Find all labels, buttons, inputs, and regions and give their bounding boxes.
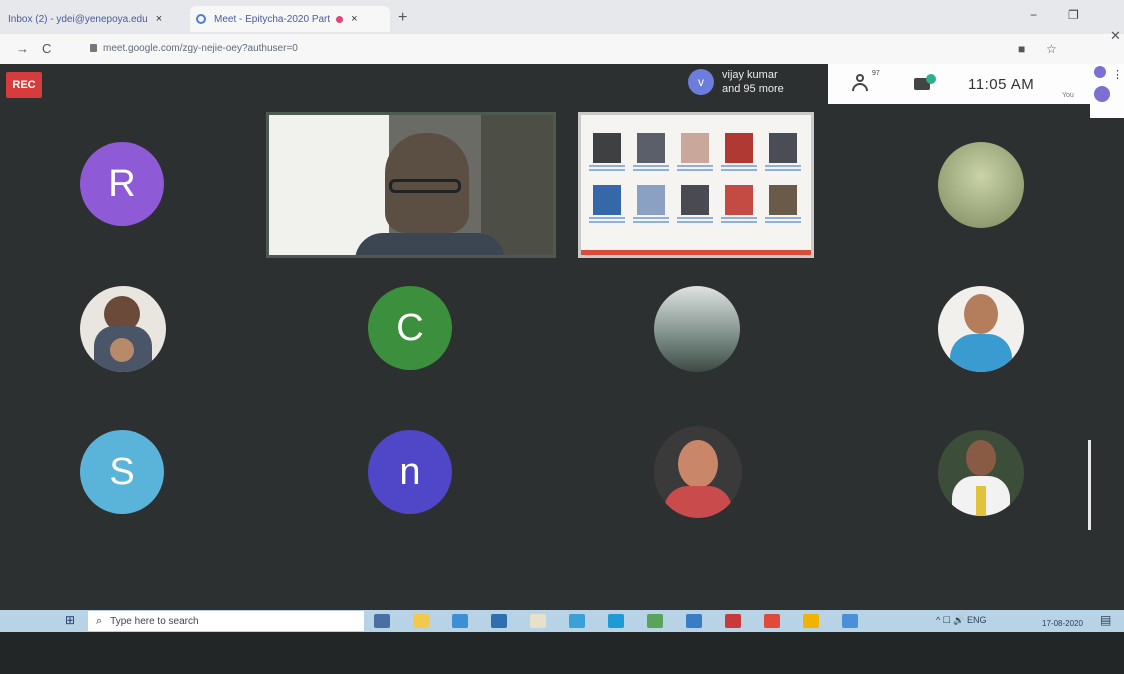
tab-inbox-label: Inbox (2) - ydei@yenepoya.edu [8, 13, 148, 25]
meet-stage: REC v vijay kumar and 95 more 97 11:05 A… [0, 64, 1124, 674]
meet-top-right-panel: 97 11:05 AM You [828, 64, 1090, 104]
browser-tab-bar: Inbox (2) - ydei@yenepoya.edu × Meet - E… [0, 0, 1124, 34]
presentation-footer-bar [581, 250, 811, 255]
participant-tile-c[interactable]: C [368, 286, 452, 370]
presenter-more: and 95 more [722, 83, 784, 95]
taskbar-app-icon[interactable] [491, 614, 507, 628]
presenter-avatar: v [688, 69, 714, 95]
speaker-card [765, 133, 801, 179]
taskbar-app-icon[interactable] [413, 614, 429, 628]
participant-photo-girl[interactable] [938, 430, 1024, 516]
tab-meet-close-icon[interactable]: × [351, 13, 357, 25]
address-bar: → C meet.google.com/zgy-nejie-oey?authus… [0, 28, 1124, 64]
participant-photo-mountain[interactable] [654, 286, 740, 372]
participant-photo-woman[interactable] [938, 286, 1024, 372]
participant-shoulders [355, 233, 505, 255]
meeting-clock: 11:05 AM [968, 76, 1035, 93]
participant-scrollbar[interactable] [1088, 440, 1091, 530]
windows-taskbar: ⊞ ⌕ Type here to search ^ ☐ 🔊 ENG 17-08-… [0, 610, 1124, 632]
search-icon: ⌕ [96, 614, 103, 627]
meet-favicon-icon [196, 14, 206, 24]
url-field[interactable]: meet.google.com/zgy-nejie-oey?authuser=0 [90, 43, 298, 54]
self-avatar [1094, 66, 1106, 78]
tab-inbox[interactable]: Inbox (2) - ydei@yenepoya.edu × [8, 6, 186, 32]
taskbar-app-icon[interactable] [608, 614, 624, 628]
window-close-button[interactable]: ✕ [1110, 28, 1121, 44]
minimize-button[interactable]: − [1030, 8, 1037, 22]
recording-indicator-icon [336, 15, 344, 23]
recording-badge: REC [6, 72, 42, 98]
speaker-card [765, 185, 801, 231]
presentation-speaker-grid [589, 133, 801, 231]
speaker-card [677, 133, 713, 179]
start-button[interactable]: ⊞ [58, 613, 82, 629]
speaker-card [633, 133, 669, 179]
taskbar-app-icon[interactable] [842, 614, 858, 628]
speaker-card [721, 133, 757, 179]
tab-meet-label: Meet - Epitycha-2020 Part [214, 13, 331, 25]
presentation-tile[interactable] [578, 112, 814, 258]
people-count: 97 [872, 70, 880, 77]
taskbar-date: 17-08-2020 [1042, 619, 1083, 628]
search-placeholder: Type here to search [110, 615, 199, 627]
taskbar-search-box[interactable]: ⌕ Type here to search [88, 611, 364, 631]
taskbar-app-icon[interactable] [374, 614, 390, 628]
lock-icon [90, 44, 97, 52]
taskbar-app-icon[interactable] [725, 614, 741, 628]
restore-button[interactable]: ❐ [1068, 8, 1079, 22]
tab-inbox-close-icon[interactable]: × [156, 13, 162, 25]
taskbar-app-icon[interactable] [569, 614, 585, 628]
system-tray[interactable]: ^ ☐ 🔊 ENG [936, 615, 987, 626]
back-button[interactable]: → [16, 41, 29, 56]
participant-video-tile[interactable] [266, 112, 556, 258]
presenter-text: vijay kumar and 95 more [722, 68, 784, 96]
new-tab-button[interactable]: + [398, 9, 407, 27]
chat-icon[interactable] [912, 74, 936, 92]
participant-photo-family[interactable] [80, 286, 166, 372]
reload-button[interactable]: C [42, 41, 51, 56]
participant-tile-n[interactable]: n [368, 430, 452, 514]
more-options-icon[interactable]: ⋮ [1112, 68, 1123, 81]
taskbar-app-icon[interactable] [647, 614, 663, 628]
speaker-card [589, 185, 625, 231]
taskbar-app-icon[interactable] [530, 614, 546, 628]
self-view-label: You [1062, 92, 1074, 99]
speaker-card [677, 185, 713, 231]
speaker-card [721, 185, 757, 231]
participant-tile-s[interactable]: S [80, 430, 164, 514]
camera-indicator-icon[interactable]: ■ [1018, 42, 1025, 56]
taskbar-app-icon[interactable] [686, 614, 702, 628]
participant-photo-landscape[interactable] [938, 142, 1024, 228]
participant-tile-r[interactable]: R [80, 142, 164, 226]
people-icon[interactable] [850, 74, 872, 92]
presenter-info: v vijay kumar and 95 more [688, 68, 784, 96]
glasses [389, 179, 461, 193]
taskbar-app-icon[interactable] [803, 614, 819, 628]
presenter-name: vijay kumar [722, 69, 778, 81]
taskbar-app-icon[interactable] [764, 614, 780, 628]
participant-photo-lady[interactable] [654, 426, 742, 518]
speaker-card [633, 185, 669, 231]
bookmark-star-icon[interactable]: ☆ [1046, 42, 1057, 56]
url-text: meet.google.com/zgy-nejie-oey?authuser=0 [103, 43, 298, 54]
notification-icon[interactable]: ▤ [1100, 613, 1111, 627]
self-avatar-large [1094, 86, 1110, 102]
tab-meet[interactable]: Meet - Epitycha-2020 Part × [190, 6, 390, 32]
speaker-card [589, 133, 625, 179]
taskbar-app-icon[interactable] [452, 614, 468, 628]
self-view-strip[interactable]: ⋮ [1090, 64, 1124, 118]
